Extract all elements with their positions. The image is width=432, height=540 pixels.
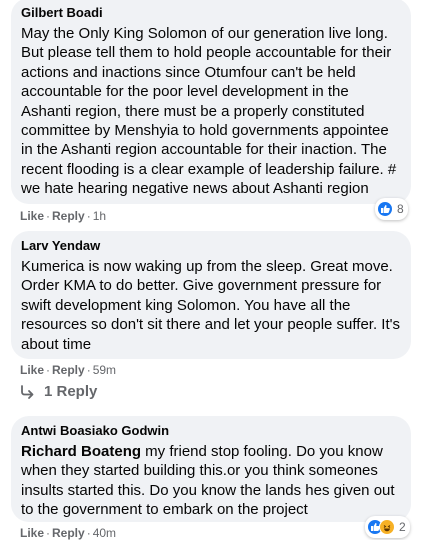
timestamp[interactable]: 1h <box>93 209 106 223</box>
comment-actions: Like · Reply · 1h <box>20 209 106 223</box>
reply-arrow-icon <box>21 384 34 399</box>
separator: · <box>46 363 51 377</box>
comment-bubble: Larv Yendaw Kumerica is now waking up fr… <box>11 231 411 359</box>
timestamp[interactable]: 59m <box>93 363 116 377</box>
separator: · <box>86 526 91 540</box>
like-link[interactable]: Like <box>20 363 44 377</box>
comment-text: May the Only King Solomon of our generat… <box>21 25 397 198</box>
comment-actions: Like · Reply · 40m <box>20 526 116 540</box>
reaction-summary[interactable]: 8 <box>375 198 408 220</box>
separator: · <box>46 526 51 540</box>
like-link[interactable]: Like <box>20 209 44 223</box>
reaction-count: 8 <box>397 202 404 216</box>
comment-author[interactable]: Antwi Boasiako Godwin <box>21 423 401 439</box>
reply-link[interactable]: Reply <box>52 526 85 540</box>
mention-link[interactable]: Richard Boateng <box>21 443 141 460</box>
view-replies-link[interactable]: 1 Reply <box>18 383 97 400</box>
comment-bubble: Gilbert Boadi May the Only King Solomon … <box>11 0 411 204</box>
comment-text: Richard Boateng my friend stop fooling. … <box>21 442 401 520</box>
comment-author[interactable]: Larv Yendaw <box>21 238 401 254</box>
reply-link[interactable]: Reply <box>52 363 85 377</box>
separator: · <box>86 363 91 377</box>
reaction-count: 2 <box>399 520 406 534</box>
comment-text: Kumerica is now waking up from the sleep… <box>21 258 400 353</box>
like-reaction-icon <box>377 201 393 217</box>
reply-link[interactable]: Reply <box>52 209 85 223</box>
separator: · <box>86 209 91 223</box>
like-link[interactable]: Like <box>20 526 44 540</box>
reaction-summary[interactable]: 2 <box>365 516 410 538</box>
replies-count: 1 Reply <box>44 383 98 400</box>
comment-author[interactable]: Gilbert Boadi <box>21 5 401 21</box>
timestamp[interactable]: 40m <box>93 526 116 540</box>
separator: · <box>46 209 51 223</box>
comment-actions: Like · Reply · 59m <box>20 363 116 377</box>
comment-bubble: Antwi Boasiako Godwin Richard Boateng my… <box>11 416 411 522</box>
